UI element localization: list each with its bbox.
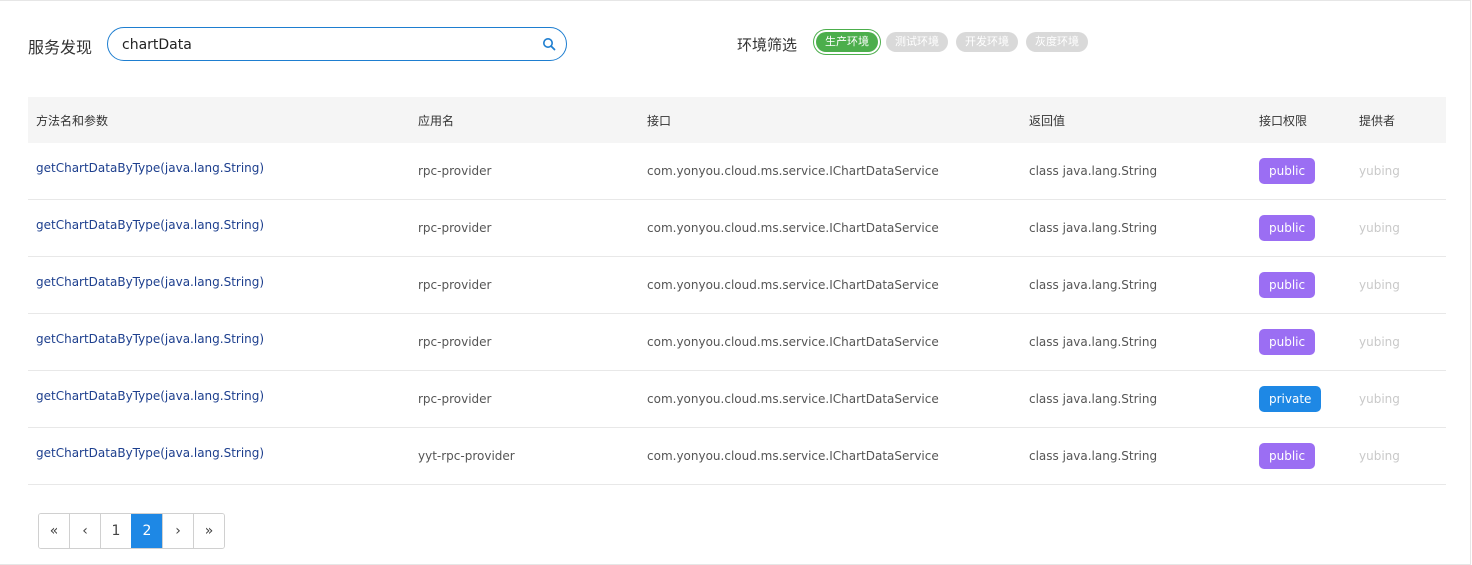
page-1-button[interactable]: 1 [100,514,131,548]
column-header-method[interactable]: 方法名和参数 [28,97,410,143]
provider-cell: yubing [1351,199,1446,257]
app-cell: rpc-provider [410,313,639,371]
method-link[interactable]: getChartDataByType(java.lang.String) [28,313,410,371]
permission-badge: private [1259,386,1322,412]
method-link[interactable]: getChartDataByType(java.lang.String) [28,199,410,257]
env-tag-production[interactable]: 生产环境 [816,32,878,52]
search-icon[interactable] [542,37,556,51]
provider-cell: yubing [1351,427,1446,485]
returns-cell: class java.lang.String [1021,256,1251,314]
app-cell: rpc-provider [410,199,639,257]
env-filter-tags: 生产环境 测试环境 开发环境 灰度环境 [816,32,1088,52]
column-header-app[interactable]: 应用名 [410,97,639,143]
permission-cell: private [1251,370,1351,428]
table-header-row: 方法名和参数 应用名 接口 返回值 接口权限 提供者 [28,97,1446,143]
prev-page-button[interactable]: ‹ [69,514,100,548]
table-row[interactable]: getChartDataByType(java.lang.String) rpc… [28,199,1446,257]
permission-badge: public [1259,272,1316,298]
permission-badge: public [1259,158,1316,184]
column-header-returns[interactable]: 返回值 [1021,97,1251,143]
page-title: 服务发现 [28,38,93,57]
returns-cell: class java.lang.String [1021,370,1251,428]
app-cell: rpc-provider [410,370,639,428]
table-row[interactable]: getChartDataByType(java.lang.String) rpc… [28,313,1446,371]
method-link[interactable]: getChartDataByType(java.lang.String) [28,427,410,485]
table-row[interactable]: getChartDataByType(java.lang.String) yyt… [28,427,1446,485]
first-page-button[interactable]: « [39,514,69,548]
next-page-button[interactable]: › [162,514,193,548]
returns-cell: class java.lang.String [1021,143,1251,200]
method-link[interactable]: getChartDataByType(java.lang.String) [28,143,410,200]
method-link[interactable]: getChartDataByType(java.lang.String) [28,256,410,314]
returns-cell: class java.lang.String [1021,199,1251,257]
app-cell: rpc-provider [410,143,639,200]
column-header-provider[interactable]: 提供者 [1351,97,1446,143]
returns-cell: class java.lang.String [1021,427,1251,485]
interface-cell: com.yonyou.cloud.ms.service.IChartDataSe… [639,199,1021,257]
top-bar: 服务发现 环境筛选 生产环境 测试环境 开发环境 灰度环境 [28,26,1472,66]
permission-cell: public [1251,256,1351,314]
permission-cell: public [1251,427,1351,485]
returns-cell: class java.lang.String [1021,313,1251,371]
interface-cell: com.yonyou.cloud.ms.service.IChartDataSe… [639,313,1021,371]
service-table: 方法名和参数 应用名 接口 返回值 接口权限 提供者 getChartDataB… [28,97,1446,485]
provider-cell: yubing [1351,313,1446,371]
app-cell: rpc-provider [410,256,639,314]
permission-badge: public [1259,215,1316,241]
permission-cell: public [1251,199,1351,257]
search-input[interactable] [120,28,524,62]
permission-cell: public [1251,143,1351,200]
interface-cell: com.yonyou.cloud.ms.service.IChartDataSe… [639,370,1021,428]
interface-cell: com.yonyou.cloud.ms.service.IChartDataSe… [639,143,1021,200]
provider-cell: yubing [1351,370,1446,428]
method-link[interactable]: getChartDataByType(java.lang.String) [28,370,410,428]
table-row[interactable]: getChartDataByType(java.lang.String) rpc… [28,256,1446,314]
pagination: « ‹ 1 2 › » [38,513,225,549]
app-cell: yyt-rpc-provider [410,427,639,485]
interface-cell: com.yonyou.cloud.ms.service.IChartDataSe… [639,256,1021,314]
env-tag-gray[interactable]: 灰度环境 [1026,32,1088,52]
search-box[interactable] [107,27,567,62]
column-header-permission[interactable]: 接口权限 [1251,97,1351,143]
table-row[interactable]: getChartDataByType(java.lang.String) rpc… [28,143,1446,200]
env-filter-label: 环境筛选 [737,36,798,54]
permission-badge: public [1259,329,1316,355]
interface-cell: com.yonyou.cloud.ms.service.IChartDataSe… [639,427,1021,485]
page-2-button[interactable]: 2 [131,514,162,548]
table-row[interactable]: getChartDataByType(java.lang.String) rpc… [28,370,1446,428]
last-page-button[interactable]: » [193,514,224,548]
env-tag-test[interactable]: 测试环境 [886,32,948,52]
provider-cell: yubing [1351,256,1446,314]
provider-cell: yubing [1351,143,1446,200]
permission-cell: public [1251,313,1351,371]
env-tag-dev[interactable]: 开发环境 [956,32,1018,52]
permission-badge: public [1259,443,1316,469]
column-header-interface[interactable]: 接口 [639,97,1021,143]
